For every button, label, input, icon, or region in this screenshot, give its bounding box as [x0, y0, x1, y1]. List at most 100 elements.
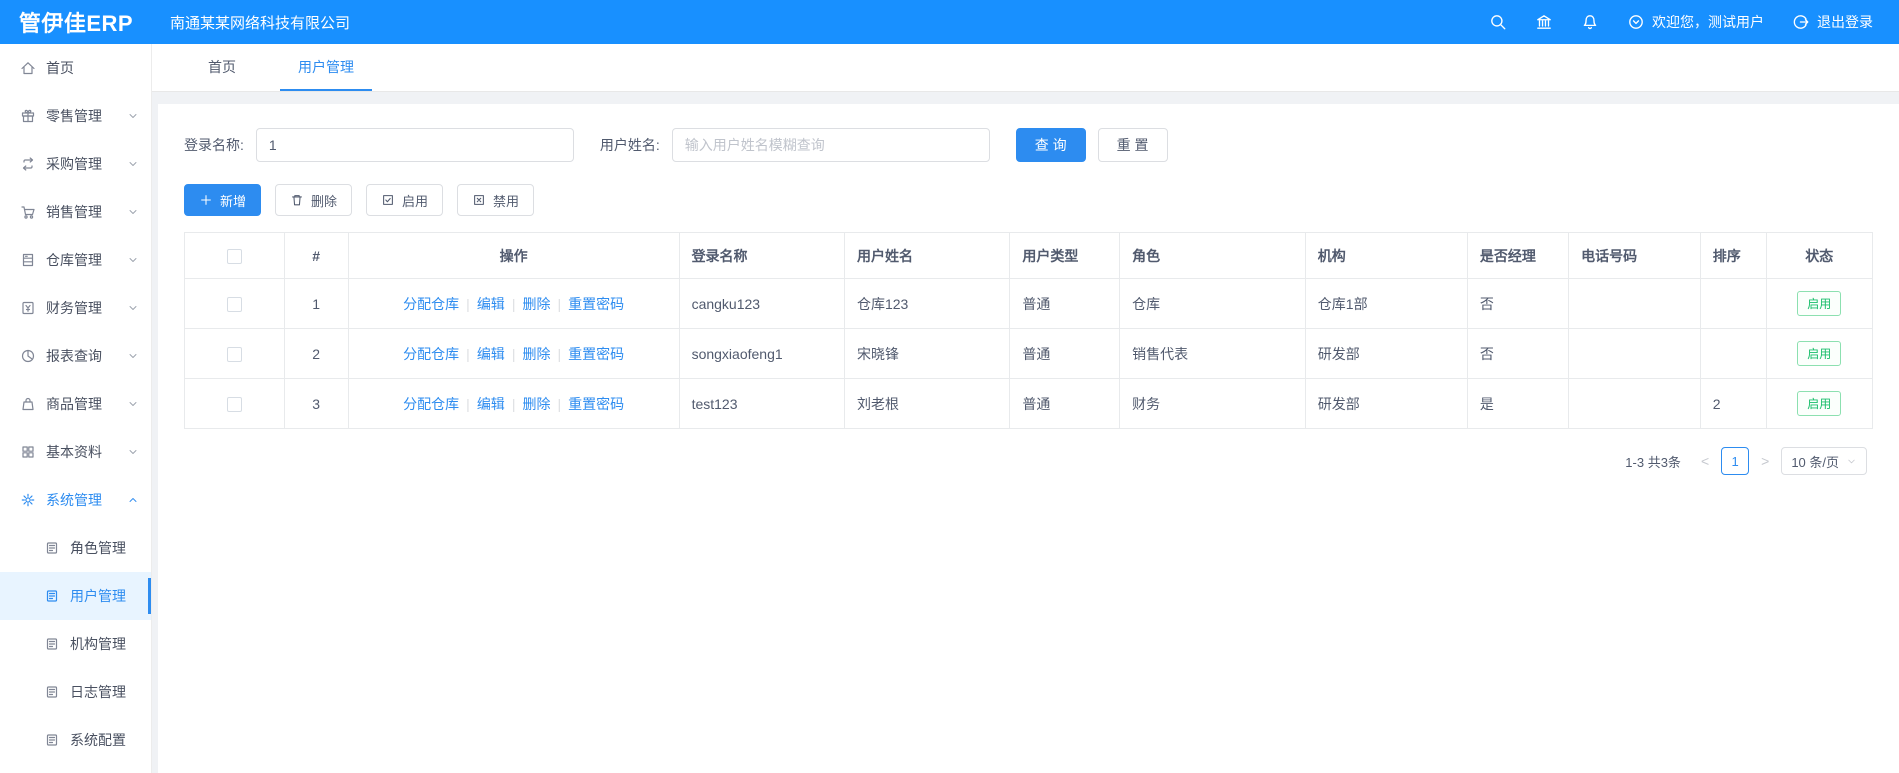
cart-icon: [20, 204, 36, 220]
user-name-cell: 宋晓锋: [843, 328, 1011, 379]
sidebar-item-label: 系统管理: [46, 492, 102, 508]
row-index-cell: 2: [283, 328, 349, 379]
tab-bar: 首页 用户管理: [152, 44, 1899, 92]
chevron-down-icon: [127, 302, 139, 314]
reset-button[interactable]: 重 置: [1097, 128, 1168, 162]
doc-icon: [44, 684, 60, 700]
column-header: 用户类型: [1009, 232, 1121, 279]
query-button[interactable]: 查 询: [1015, 128, 1086, 162]
column-header: 用户姓名: [843, 232, 1011, 279]
trash-icon: [290, 193, 304, 207]
status-cell: 启用: [1765, 378, 1874, 429]
action-delete-link[interactable]: 删除: [522, 296, 550, 312]
action-reset-password-link[interactable]: 重置密码: [568, 346, 624, 362]
pagination: 1-3 共3条 < 1 > 10 条/页: [184, 447, 1873, 475]
row-checkbox[interactable]: [226, 396, 242, 412]
doc-icon: [44, 732, 60, 748]
sidebar-item-basic-data[interactable]: 基本资料: [0, 428, 151, 476]
tab-home[interactable]: 首页: [190, 44, 254, 91]
doc-icon: [44, 540, 60, 556]
sidebar-item-finance[interactable]: 财务管理: [0, 284, 151, 332]
bank-icon[interactable]: [1535, 13, 1553, 31]
sidebar-item-role-mgmt[interactable]: 角色管理: [0, 524, 151, 572]
row-select-cell: [184, 328, 285, 379]
row-checkbox[interactable]: [226, 346, 242, 362]
search-icon[interactable]: [1489, 13, 1507, 31]
sidebar-item-user-mgmt[interactable]: 用户管理: [0, 572, 151, 620]
user-name-input[interactable]: [671, 128, 990, 162]
row-select-cell: [184, 378, 285, 429]
sidebar-item-purchase[interactable]: 采购管理: [0, 140, 151, 188]
sidebar-item-system[interactable]: 系统管理: [0, 476, 151, 524]
login-name-label: 登录名称:: [184, 137, 244, 153]
action-separator: |: [466, 345, 470, 362]
gift-icon: [20, 108, 36, 124]
sort-cell: [1699, 328, 1767, 379]
tab-user-management-label: 用户管理: [298, 58, 354, 75]
action-edit-link[interactable]: 编辑: [477, 396, 505, 412]
welcome-text: 欢迎您，测试用户: [1652, 14, 1764, 30]
pagination-total: 1-3 共3条: [1625, 454, 1681, 470]
user-menu[interactable]: 欢迎您，测试用户: [1627, 12, 1764, 32]
user-name-cell: 仓库123: [843, 278, 1011, 329]
sidebar-item-label: 基本资料: [46, 444, 102, 460]
action-assign-warehouse-link[interactable]: 分配仓库: [403, 396, 459, 412]
sort-cell: 2: [1699, 378, 1767, 429]
select-all-checkbox[interactable]: [226, 248, 242, 264]
logout-button[interactable]: 退出登录: [1792, 12, 1873, 32]
button-label: 新增: [220, 193, 247, 209]
phone-cell: [1568, 328, 1701, 379]
page-number-button[interactable]: 1: [1721, 447, 1750, 475]
disable-button[interactable]: 禁用: [457, 184, 535, 216]
action-assign-warehouse-link[interactable]: 分配仓库: [403, 346, 459, 362]
app-body: 首页 零售管理 采购管理 销售管理仓库管理财务管理 报表查询商品管理基本资料系统管理角色…: [0, 44, 1899, 773]
row-checkbox[interactable]: [226, 296, 242, 312]
action-delete-link[interactable]: 删除: [522, 396, 550, 412]
prev-page-arrow[interactable]: <: [1699, 453, 1711, 469]
org-cell: 研发部: [1304, 328, 1468, 379]
row-actions-cell: 分配仓库 | 编辑 | 删除 | 重置密码: [347, 278, 680, 329]
next-page-arrow[interactable]: >: [1759, 453, 1771, 469]
action-separator: |: [511, 345, 516, 362]
chevron-up-icon: [127, 494, 139, 506]
action-assign-warehouse-link[interactable]: 分配仓库: [403, 296, 459, 312]
login-name-input[interactable]: [255, 128, 574, 162]
column-header: 电话号码: [1568, 232, 1701, 279]
status-badge: 启用: [1797, 291, 1842, 316]
org-cell: 仓库1部: [1304, 278, 1468, 329]
content-panel: 登录名称: 用户姓名: 查 询 重 置 新增删除启用禁用 #操作登录名称用户姓名…: [158, 104, 1899, 773]
chevron-down-icon: [127, 110, 139, 122]
chevron-down-icon: [127, 350, 139, 362]
tab-user-management[interactable]: 用户管理: [280, 44, 372, 91]
sidebar-item-label: 商品管理: [46, 396, 102, 412]
action-edit-link[interactable]: 编辑: [477, 296, 505, 312]
delete-button[interactable]: 删除: [275, 184, 353, 216]
chevron-down-icon: [127, 398, 139, 410]
sidebar-item-home[interactable]: 首页: [0, 44, 151, 92]
add-button[interactable]: 新增: [184, 184, 262, 216]
table-row: 3 分配仓库 | 编辑 | 删除 | 重置密码 test123 刘老根 普通 财务 研发部是 2 启用: [184, 378, 1874, 429]
enable-button[interactable]: 启用: [366, 184, 444, 216]
sidebar-item-retail[interactable]: 零售管理: [0, 92, 151, 140]
sidebar-item-products[interactable]: 商品管理: [0, 380, 151, 428]
sidebar-item-reports[interactable]: 报表查询: [0, 332, 151, 380]
action-separator: |: [557, 295, 562, 312]
action-edit-link[interactable]: 编辑: [477, 346, 505, 362]
button-label: 启用: [402, 193, 429, 209]
action-reset-password-link[interactable]: 重置密码: [568, 396, 624, 412]
role-cell: 销售代表: [1119, 328, 1306, 379]
sidebar-item-warehouse[interactable]: 仓库管理: [0, 236, 151, 284]
action-separator: |: [466, 395, 470, 412]
bell-icon[interactable]: [1581, 13, 1599, 31]
column-header: 机构: [1304, 232, 1468, 279]
sidebar-item-label: 仓库管理: [46, 252, 102, 268]
user-name-cell: 刘老根: [843, 378, 1011, 429]
sidebar-item-system-config[interactable]: 系统配置: [0, 716, 151, 764]
sidebar-item-log-mgmt[interactable]: 日志管理: [0, 668, 151, 716]
page-size-select[interactable]: 10 条/页: [1781, 447, 1867, 475]
sidebar-item-sales[interactable]: 销售管理: [0, 188, 151, 236]
action-delete-link[interactable]: 删除: [522, 346, 550, 362]
action-reset-password-link[interactable]: 重置密码: [568, 296, 624, 312]
sidebar-item-org-mgmt[interactable]: 机构管理: [0, 620, 151, 668]
chevron-down-icon: [127, 446, 139, 458]
